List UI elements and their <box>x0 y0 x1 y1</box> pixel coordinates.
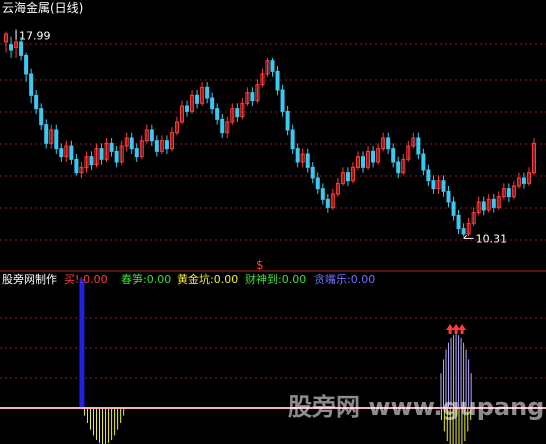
buy-arrow-stem <box>448 330 452 334</box>
candle-body <box>205 86 210 99</box>
candle-body <box>310 166 315 179</box>
candle-body <box>446 190 451 203</box>
spring-label: 春笋 <box>121 273 143 286</box>
candle-body <box>506 188 511 198</box>
high-label: 17.99 <box>19 30 51 43</box>
wealth-label: 财神到 <box>245 273 278 286</box>
candle-body <box>295 148 300 163</box>
candle-body <box>24 54 29 75</box>
candle-body <box>386 137 391 150</box>
candle-body <box>456 214 461 230</box>
candle-body <box>109 142 114 152</box>
candle-body <box>305 153 310 168</box>
goldpit-value: :0.00 <box>210 273 239 286</box>
candle-body <box>461 228 466 235</box>
buy-arrow-stem <box>460 330 464 334</box>
buy-arrow-stem <box>454 330 458 334</box>
candle-body <box>185 105 190 112</box>
candle-body <box>315 177 320 190</box>
candle-body <box>134 148 139 158</box>
chart-stage: 17.99 10.31 $ 云海金属(日线) 股旁网制作 买!:0.00 春笋:0.… <box>0 0 546 444</box>
candle-body <box>235 108 240 118</box>
candle-body <box>215 108 220 120</box>
indicator-item-buy: 买!:0.00 <box>64 274 108 286</box>
candle-body <box>220 118 225 134</box>
candle-body <box>34 94 39 110</box>
candle-body <box>39 108 44 126</box>
candle-body <box>270 60 275 72</box>
spring-value: :0.00 <box>143 273 172 286</box>
buy-bar <box>79 279 85 408</box>
candle-body <box>320 188 325 200</box>
candle-body <box>361 156 366 168</box>
indicator-item-wealth: 财神到:0.00 <box>245 274 306 286</box>
candle-body <box>149 129 154 142</box>
candle-body <box>195 94 200 104</box>
candle-body <box>290 129 295 150</box>
candle-body <box>275 70 280 91</box>
candle-body <box>89 156 94 166</box>
candle-body <box>44 124 49 144</box>
candle-body <box>29 73 34 96</box>
signal-marker: $ <box>256 258 264 272</box>
indicator-name: 股旁网制作 <box>2 273 57 286</box>
candle-body <box>19 41 24 56</box>
candle-body <box>391 148 396 163</box>
chart-title: 云海金属(日线) <box>2 1 84 15</box>
candle-body <box>59 148 64 158</box>
buy-arrow-icon <box>458 324 467 330</box>
goldpit-label: 黄金坑 <box>177 273 210 286</box>
candle-body <box>280 89 285 112</box>
candle-body <box>9 44 14 51</box>
candle-body <box>210 97 215 110</box>
candle-body <box>371 150 376 163</box>
wealth-value: :0.00 <box>278 273 307 286</box>
watermark: 股旁网 www.gupang.com <box>288 393 546 421</box>
greedy-label: 贪嘴乐 <box>314 273 347 286</box>
candle-body <box>431 180 436 190</box>
indicator-item-greedy: 贪嘴乐:0.00 <box>314 274 375 286</box>
buy-value: :0.00 <box>79 273 108 286</box>
candle-body <box>154 140 159 152</box>
buy-label: 买! <box>64 273 80 286</box>
candle-body <box>325 198 330 208</box>
candle-body <box>441 180 446 192</box>
candle-body <box>285 110 290 131</box>
candle-body <box>250 92 255 102</box>
candle-body <box>396 161 401 174</box>
indicator-item-spring: 春笋:0.00 <box>121 274 171 286</box>
greedy-value: :0.00 <box>347 273 376 286</box>
indicator-item-goldpit: 黄金坑:0.00 <box>177 274 238 286</box>
candle-body <box>99 148 104 160</box>
candle-body <box>345 172 350 182</box>
candle-body <box>451 201 456 216</box>
candle-body <box>54 129 59 150</box>
candle-body <box>164 140 169 150</box>
candle-body <box>521 177 526 184</box>
chart-svg: 17.99 10.31 $ <box>0 30 546 444</box>
candle-body <box>481 201 486 211</box>
low-label: 10.31 <box>476 232 508 245</box>
candle-body <box>421 153 426 171</box>
candle-body <box>426 169 431 182</box>
candle-body <box>74 158 79 174</box>
candle-body <box>69 145 74 160</box>
candle-body <box>114 150 119 163</box>
candle-body <box>416 137 421 155</box>
candle-body <box>129 137 134 150</box>
candle-body <box>491 198 496 208</box>
